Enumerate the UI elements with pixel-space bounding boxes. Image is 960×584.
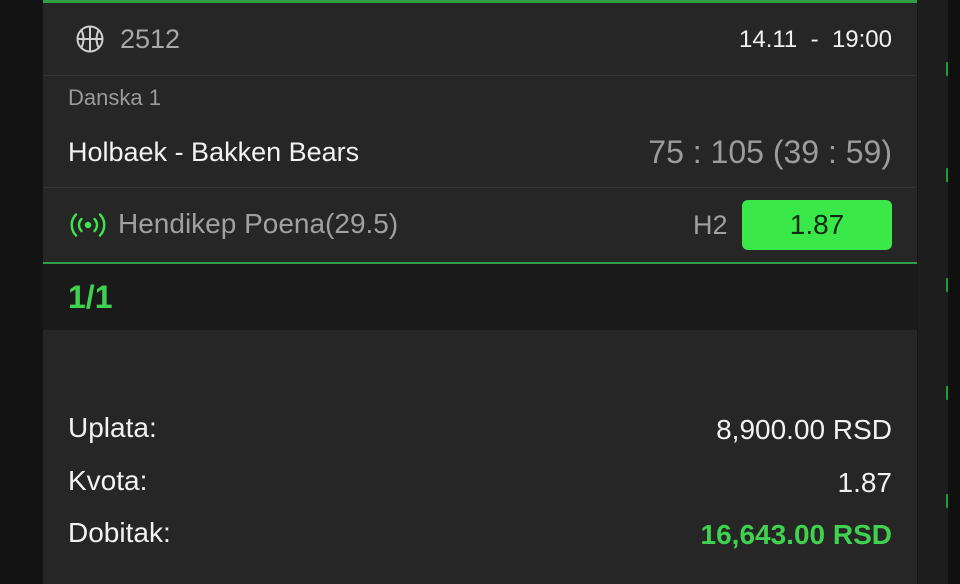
win-label: Dobitak: <box>68 517 171 548</box>
bet-market: Hendikep Poena(29.5) <box>118 208 399 239</box>
live-signal-icon <box>68 210 108 240</box>
event-code: 2512 <box>120 24 181 54</box>
league-name: Danska 1 <box>68 85 161 110</box>
odds-label: Kvota: <box>68 465 148 496</box>
background-left-edge <box>0 0 42 584</box>
win-value: 16,643.00 RSD <box>700 519 892 550</box>
basketball-icon <box>75 24 105 54</box>
screen-edge <box>948 0 960 584</box>
odds-value: 1.87 <box>837 467 893 498</box>
ticket-count-bar: 1/1 <box>43 264 917 330</box>
stake-label: Uplata: <box>68 412 157 443</box>
bet-ticket-card: 2512 14.11 - 19:00 Danska 1 Holbaek - Ba… <box>43 0 917 584</box>
stake-value: 8,900.00 RSD <box>716 414 892 445</box>
match-name: Holbaek - Bakken Bears <box>68 137 360 167</box>
background-ticket-edge <box>918 0 949 584</box>
event-datetime: 14.11 - 19:00 <box>739 26 892 53</box>
bet-pick: H2 <box>693 210 728 240</box>
event-header: 2512 14.11 - 19:00 <box>43 3 917 76</box>
match-score: 75 : 105 (39 : 59) <box>648 134 892 170</box>
odd-button[interactable]: 1.87 <box>742 200 892 250</box>
bet-selection-row: Hendikep Poena(29.5) H2 1.87 <box>43 188 917 262</box>
ticket-count: 1/1 <box>68 279 113 315</box>
ticket-page: 2512 14.11 - 19:00 Danska 1 Holbaek - Ba… <box>0 0 960 584</box>
